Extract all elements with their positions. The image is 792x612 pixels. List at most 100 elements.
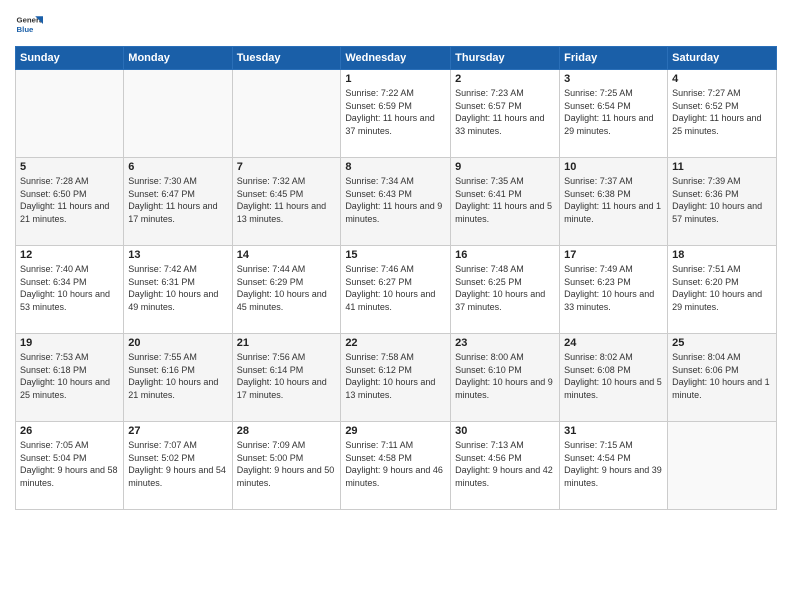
day-info: Sunrise: 7:51 AMSunset: 6:20 PMDaylight:…	[672, 263, 772, 313]
day-number: 31	[564, 425, 663, 437]
day-info: Sunrise: 7:34 AMSunset: 6:43 PMDaylight:…	[345, 175, 446, 225]
day-cell: 16Sunrise: 7:48 AMSunset: 6:25 PMDayligh…	[451, 246, 560, 334]
weekday-header-wednesday: Wednesday	[341, 47, 451, 70]
day-info: Sunrise: 7:44 AMSunset: 6:29 PMDaylight:…	[237, 263, 337, 313]
day-info: Sunrise: 7:40 AMSunset: 6:34 PMDaylight:…	[20, 263, 119, 313]
day-cell: 1Sunrise: 7:22 AMSunset: 6:59 PMDaylight…	[341, 70, 451, 158]
day-number: 10	[564, 161, 663, 173]
day-cell: 9 Sunrise: 7:35 AMSunset: 6:41 PMDaylight…	[451, 158, 560, 246]
day-number: 11	[672, 161, 772, 173]
day-cell: 24 Sunrise: 8:02 AMSunset: 6:08 PMDayligh…	[560, 334, 668, 422]
weekday-header-monday: Monday	[124, 47, 232, 70]
day-info: Sunrise: 7:37 AMSunset: 6:38 PMDaylight:…	[564, 175, 663, 225]
day-cell: 26Sunrise: 7:05 AMSunset: 5:04 PMDayligh…	[16, 422, 124, 510]
day-info: Sunrise: 7:55 AMSunset: 6:16 PMDaylight:…	[128, 351, 227, 401]
day-number: 20	[128, 337, 227, 349]
day-number: 26	[20, 425, 119, 437]
day-info: Sunrise: 7:58 AMSunset: 6:12 PMDaylight:…	[345, 351, 446, 401]
day-cell: 25Sunrise: 8:04 AMSunset: 6:06 PMDayligh…	[668, 334, 777, 422]
day-number: 6	[128, 161, 227, 173]
day-info: Sunrise: 7:13 AMSunset: 4:56 PMDaylight:…	[455, 439, 555, 489]
day-cell: 11 Sunrise: 7:39 AMSunset: 6:36 PMDayligh…	[668, 158, 777, 246]
day-info: Sunrise: 7:23 AMSunset: 6:57 PMDaylight:…	[455, 87, 555, 137]
day-info: Sunrise: 7:22 AMSunset: 6:59 PMDaylight:…	[345, 87, 446, 137]
calendar-table: SundayMondayTuesdayWednesdayThursdayFrid…	[15, 46, 777, 510]
day-number: 14	[237, 249, 337, 261]
day-cell: 14 Sunrise: 7:44 AMSunset: 6:29 PMDayligh…	[232, 246, 341, 334]
day-number: 17	[564, 249, 663, 261]
day-info: Sunrise: 7:49 AMSunset: 6:23 PMDaylight:…	[564, 263, 663, 313]
calendar-page: General Blue SundayMondayTuesdayWednesda…	[0, 0, 792, 612]
day-number: 23	[455, 337, 555, 349]
day-number: 27	[128, 425, 227, 437]
day-cell: 20 Sunrise: 7:55 AMSunset: 6:16 PMDayligh…	[124, 334, 232, 422]
day-number: 18	[672, 249, 772, 261]
day-number: 28	[237, 425, 337, 437]
page-header: General Blue	[15, 10, 777, 38]
day-cell: 18 Sunrise: 7:51 AMSunset: 6:20 PMDayligh…	[668, 246, 777, 334]
day-number: 13	[128, 249, 227, 261]
day-info: Sunrise: 7:46 AMSunset: 6:27 PMDaylight:…	[345, 263, 446, 313]
day-cell: 13 Sunrise: 7:42 AMSunset: 6:31 PMDayligh…	[124, 246, 232, 334]
day-info: Sunrise: 7:48 AMSunset: 6:25 PMDaylight:…	[455, 263, 555, 313]
day-info: Sunrise: 7:25 AMSunset: 6:54 PMDaylight:…	[564, 87, 663, 137]
day-number: 9	[455, 161, 555, 173]
day-cell: 15Sunrise: 7:46 AMSunset: 6:27 PMDayligh…	[341, 246, 451, 334]
day-cell	[124, 70, 232, 158]
day-cell: 19Sunrise: 7:53 AMSunset: 6:18 PMDayligh…	[16, 334, 124, 422]
day-number: 22	[345, 337, 446, 349]
weekday-header-sunday: Sunday	[16, 47, 124, 70]
day-cell: 30 Sunrise: 7:13 AMSunset: 4:56 PMDayligh…	[451, 422, 560, 510]
day-info: Sunrise: 7:28 AMSunset: 6:50 PMDaylight:…	[20, 175, 119, 225]
day-info: Sunrise: 7:42 AMSunset: 6:31 PMDaylight:…	[128, 263, 227, 313]
day-info: Sunrise: 7:35 AMSunset: 6:41 PMDaylight:…	[455, 175, 555, 225]
day-cell	[16, 70, 124, 158]
day-cell: 3 Sunrise: 7:25 AMSunset: 6:54 PMDaylight…	[560, 70, 668, 158]
day-cell: 27 Sunrise: 7:07 AMSunset: 5:02 PMDayligh…	[124, 422, 232, 510]
day-cell: 7Sunrise: 7:32 AMSunset: 6:45 PMDaylight…	[232, 158, 341, 246]
day-cell: 23Sunrise: 8:00 AMSunset: 6:10 PMDayligh…	[451, 334, 560, 422]
weekday-header-friday: Friday	[560, 47, 668, 70]
day-cell: 12Sunrise: 7:40 AMSunset: 6:34 PMDayligh…	[16, 246, 124, 334]
weekday-header-thursday: Thursday	[451, 47, 560, 70]
day-number: 24	[564, 337, 663, 349]
day-info: Sunrise: 7:15 AMSunset: 4:54 PMDaylight:…	[564, 439, 663, 489]
day-cell	[668, 422, 777, 510]
day-cell: 4Sunrise: 7:27 AMSunset: 6:52 PMDaylight…	[668, 70, 777, 158]
day-info: Sunrise: 7:39 AMSunset: 6:36 PMDaylight:…	[672, 175, 772, 225]
day-cell: 10 Sunrise: 7:37 AMSunset: 6:38 PMDayligh…	[560, 158, 668, 246]
day-number: 25	[672, 337, 772, 349]
day-cell: 22 Sunrise: 7:58 AMSunset: 6:12 PMDayligh…	[341, 334, 451, 422]
day-number: 8	[345, 161, 446, 173]
day-number: 30	[455, 425, 555, 437]
week-row-1: 1Sunrise: 7:22 AMSunset: 6:59 PMDaylight…	[16, 70, 777, 158]
week-row-4: 19Sunrise: 7:53 AMSunset: 6:18 PMDayligh…	[16, 334, 777, 422]
day-info: Sunrise: 7:11 AMSunset: 4:58 PMDaylight:…	[345, 439, 446, 489]
day-info: Sunrise: 7:32 AMSunset: 6:45 PMDaylight:…	[237, 175, 337, 225]
weekday-header-row: SundayMondayTuesdayWednesdayThursdayFrid…	[16, 47, 777, 70]
weekday-header-tuesday: Tuesday	[232, 47, 341, 70]
week-row-3: 12Sunrise: 7:40 AMSunset: 6:34 PMDayligh…	[16, 246, 777, 334]
day-info: Sunrise: 7:30 AMSunset: 6:47 PMDaylight:…	[128, 175, 227, 225]
logo-icon: General Blue	[15, 10, 43, 38]
day-info: Sunrise: 7:07 AMSunset: 5:02 PMDaylight:…	[128, 439, 227, 489]
day-cell: 8 Sunrise: 7:34 AMSunset: 6:43 PMDaylight…	[341, 158, 451, 246]
day-info: Sunrise: 7:09 AMSunset: 5:00 PMDaylight:…	[237, 439, 337, 489]
logo: General Blue	[15, 10, 43, 38]
day-cell: 29 Sunrise: 7:11 AMSunset: 4:58 PMDayligh…	[341, 422, 451, 510]
weekday-header-saturday: Saturday	[668, 47, 777, 70]
day-cell	[232, 70, 341, 158]
day-info: Sunrise: 8:02 AMSunset: 6:08 PMDaylight:…	[564, 351, 663, 401]
day-cell: 17 Sunrise: 7:49 AMSunset: 6:23 PMDayligh…	[560, 246, 668, 334]
day-number: 2	[455, 73, 555, 85]
week-row-5: 26Sunrise: 7:05 AMSunset: 5:04 PMDayligh…	[16, 422, 777, 510]
day-number: 21	[237, 337, 337, 349]
day-info: Sunrise: 7:27 AMSunset: 6:52 PMDaylight:…	[672, 87, 772, 137]
day-number: 3	[564, 73, 663, 85]
day-cell: 2 Sunrise: 7:23 AMSunset: 6:57 PMDaylight…	[451, 70, 560, 158]
day-number: 29	[345, 425, 446, 437]
day-info: Sunrise: 7:53 AMSunset: 6:18 PMDaylight:…	[20, 351, 119, 401]
day-cell: 21Sunrise: 7:56 AMSunset: 6:14 PMDayligh…	[232, 334, 341, 422]
day-cell: 6 Sunrise: 7:30 AMSunset: 6:47 PMDaylight…	[124, 158, 232, 246]
week-row-2: 5Sunrise: 7:28 AMSunset: 6:50 PMDaylight…	[16, 158, 777, 246]
